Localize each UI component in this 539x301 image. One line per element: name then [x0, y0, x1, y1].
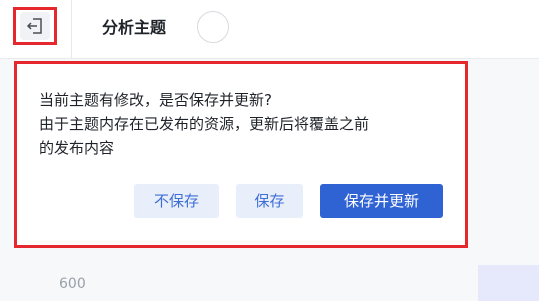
axis-label: 600 [59, 276, 86, 292]
status-circle-icon[interactable] [197, 11, 229, 43]
popup-message: 当前主题有修改，是否保存并更新? 由于主题内存在已发布的资源，更新后将覆盖之前 … [39, 88, 449, 160]
exit-button-inner[interactable] [20, 12, 50, 40]
exit-icon [26, 18, 42, 34]
chart-bar [478, 265, 539, 301]
top-header: 分析主题 [0, 0, 539, 59]
save-and-update-button[interactable]: 保存并更新 [320, 184, 443, 218]
popup-line-1: 当前主题有修改，是否保存并更新? [39, 91, 272, 109]
header-divider [71, 0, 72, 58]
app-root: 分析主题 600 当前主题有修改，是否保存并更新? 由于主题内存在已发布的资源，… [0, 0, 539, 301]
page-title: 分析主题 [102, 18, 167, 37]
exit-button[interactable] [13, 7, 57, 45]
dont-save-button[interactable]: 不保存 [134, 184, 219, 218]
save-button[interactable]: 保存 [236, 184, 303, 218]
popup-line-2: 由于主题内存在已发布的资源，更新后将覆盖之前 [39, 115, 370, 133]
popup-line-3: 的发布内容 [39, 139, 115, 157]
